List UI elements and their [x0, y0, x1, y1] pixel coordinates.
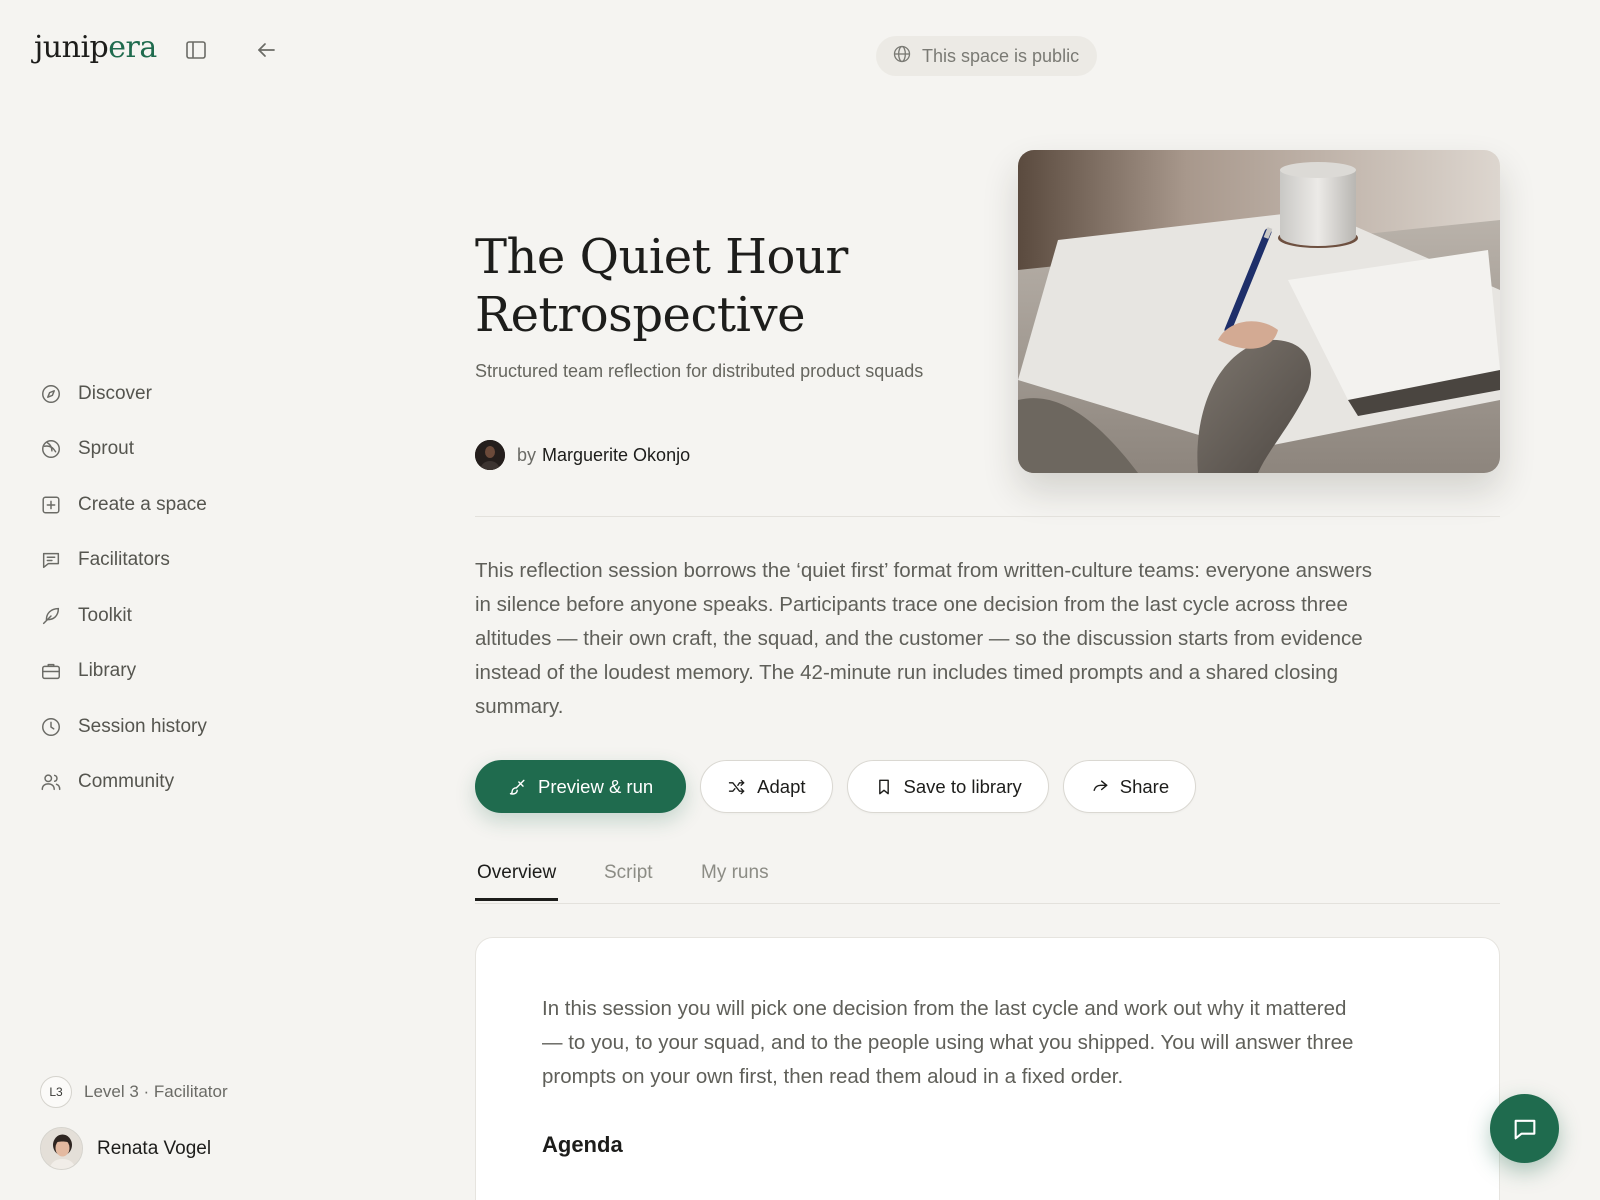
- sidebar-item-label: Discover: [78, 382, 152, 404]
- sidebar-item-toolkit[interactable]: Toolkit: [40, 588, 207, 644]
- user-level: L3 Level 3 · Facilitator: [40, 1076, 228, 1108]
- globe-icon: [892, 44, 912, 69]
- tab-overview[interactable]: Overview: [475, 862, 559, 901]
- sidebar-toggle-icon[interactable]: [180, 34, 212, 66]
- avatar: [40, 1127, 83, 1170]
- sidebar-item-label: Toolkit: [78, 604, 132, 626]
- share-button[interactable]: Share: [1062, 760, 1197, 813]
- space-description: This reflection session borrows the ‘qui…: [475, 559, 1373, 718]
- shuffle-icon: [728, 779, 745, 794]
- briefcase-icon: [42, 664, 60, 680]
- page-subtitle: Structured team reflection for distribut…: [475, 361, 924, 381]
- agenda-heading: Agenda: [542, 1132, 623, 1157]
- chat-button[interactable]: [1490, 1094, 1559, 1163]
- author-name[interactable]: Marguerite Okonjo: [542, 445, 690, 466]
- message-square-icon: [42, 553, 60, 569]
- brush-icon: [509, 779, 525, 795]
- visibility-pill: This space is public: [876, 36, 1098, 76]
- level-label: Level 3 · Facilitator: [84, 1082, 228, 1101]
- section-divider: [475, 516, 1500, 517]
- back-arrow-icon[interactable]: [250, 34, 282, 66]
- action-buttons: Preview & run Adapt Save to library Shar…: [475, 760, 1197, 813]
- overview-intro: In this session you will pick one decisi…: [542, 997, 1354, 1088]
- tab-my-runs[interactable]: My runs: [699, 862, 771, 898]
- sprout-icon: [42, 440, 60, 459]
- sidebar-item-label: Community: [78, 771, 175, 793]
- tab-script[interactable]: Script: [602, 862, 655, 898]
- sidebar-item-library[interactable]: Library: [40, 644, 207, 700]
- brand-logo[interactable]: junipera: [34, 30, 157, 65]
- sidebar-item-sprout[interactable]: Sprout: [40, 422, 207, 478]
- visibility-label: This space is public: [922, 45, 1080, 66]
- overview-card: In this session you will pick one decisi…: [475, 937, 1500, 1200]
- page-title: The Quiet Hour Retrospective: [475, 229, 848, 343]
- author-avatar: [475, 440, 505, 470]
- sidebar-item-community[interactable]: Community: [40, 755, 207, 811]
- content-tabs: Overview Script My runs: [475, 860, 1500, 904]
- sidebar-item-create-space[interactable]: Create a space: [40, 477, 207, 533]
- sidebar-item-discover[interactable]: Discover: [40, 366, 207, 422]
- hero-image: [1018, 150, 1500, 473]
- author-byline: by Marguerite Okonjo: [475, 440, 690, 470]
- compass-icon: [42, 384, 60, 403]
- sidebar-item-facilitators[interactable]: Facilitators: [40, 533, 207, 589]
- users-icon: [41, 774, 61, 791]
- preview-run-label: Preview & run: [538, 775, 654, 797]
- author-prefix: by: [517, 444, 537, 465]
- share-label: Share: [1119, 775, 1170, 797]
- preview-run-button[interactable]: Preview & run: [475, 760, 687, 813]
- sidebar-item-label: Facilitators: [78, 549, 170, 571]
- save-to-library-button[interactable]: Save to library: [846, 760, 1049, 813]
- sidebar-item-session-history[interactable]: Session history: [40, 699, 207, 755]
- level-badge: L3: [40, 1076, 72, 1108]
- sidebar-item-label: Library: [78, 660, 137, 682]
- sidebar-nav: Discover Sprout Create a space Facilitat…: [40, 366, 207, 810]
- adapt-button[interactable]: Adapt: [700, 760, 833, 813]
- chat-bubble-icon: [1514, 1119, 1535, 1139]
- sidebar-item-label: Session history: [78, 715, 207, 737]
- clock-icon: [42, 717, 60, 736]
- plus-square-icon: [42, 496, 60, 514]
- adapt-label: Adapt: [757, 775, 806, 797]
- save-to-library-label: Save to library: [903, 775, 1022, 797]
- sidebar-item-label: Create a space: [78, 493, 207, 515]
- share-arrow-icon: [1093, 779, 1108, 791]
- feather-icon: [42, 607, 60, 624]
- user-name: Renata Vogel: [97, 1137, 212, 1159]
- sidebar-item-label: Sprout: [78, 438, 134, 460]
- bookmark-icon: [878, 779, 889, 794]
- user-profile[interactable]: Renata Vogel: [40, 1127, 211, 1170]
